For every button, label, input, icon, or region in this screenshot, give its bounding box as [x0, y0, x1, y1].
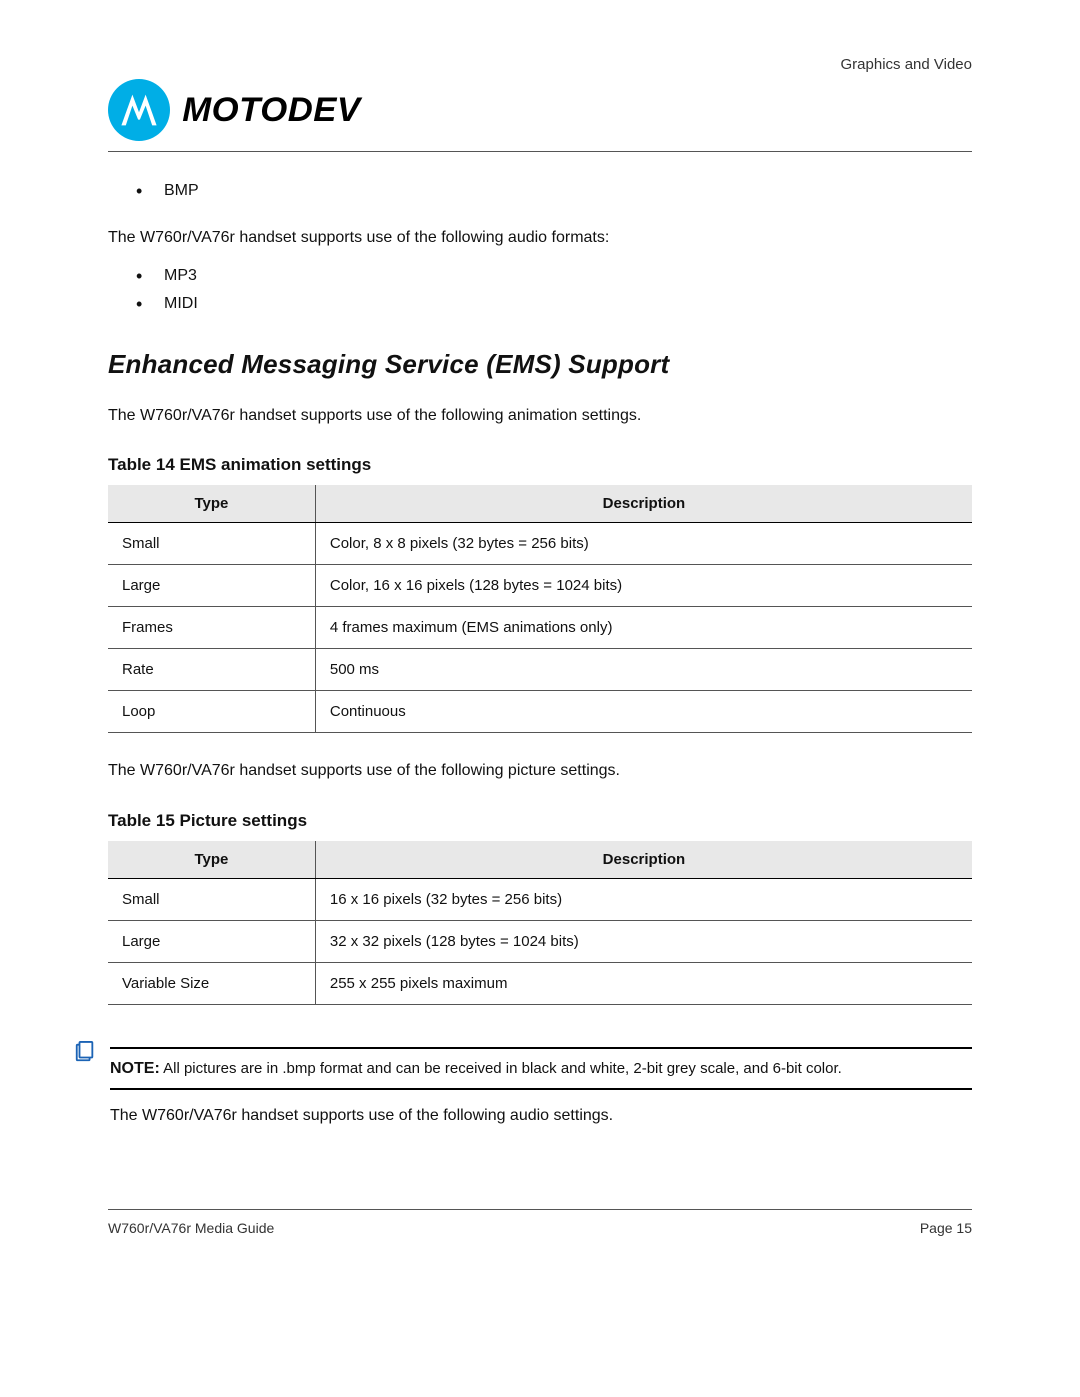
- column-header-type: Type: [108, 841, 315, 879]
- table-row: Small 16 x 16 pixels (32 bytes = 256 bit…: [108, 878, 972, 920]
- brand-wordmark: MOTODEV: [182, 91, 360, 130]
- cell-type: Large: [108, 565, 315, 607]
- page-footer: W760r/VA76r Media Guide Page 15: [108, 1209, 972, 1236]
- audio-settings-intro: The W760r/VA76r handset supports use of …: [110, 1104, 972, 1127]
- note-label: NOTE:: [110, 1060, 160, 1077]
- table-row: Large 32 x 32 pixels (128 bytes = 1024 b…: [108, 920, 972, 962]
- cell-type: Large: [108, 920, 315, 962]
- table-row: Large Color, 16 x 16 pixels (128 bytes =…: [108, 565, 972, 607]
- cell-desc: 32 x 32 pixels (128 bytes = 1024 bits): [315, 920, 972, 962]
- image-formats-list: BMP: [136, 182, 972, 200]
- cell-desc: Continuous: [315, 691, 972, 733]
- section-heading-ems: Enhanced Messaging Service (EMS) Support: [108, 349, 972, 380]
- note-body-text: All pictures are in .bmp format and can …: [163, 1060, 842, 1077]
- audio-formats-intro: The W760r/VA76r handset supports use of …: [108, 226, 972, 249]
- list-item: MP3: [136, 267, 972, 285]
- animation-intro: The W760r/VA76r handset supports use of …: [108, 404, 972, 427]
- table-row: Frames 4 frames maximum (EMS animations …: [108, 607, 972, 649]
- audio-formats-list: MP3 MIDI: [136, 267, 972, 313]
- cell-desc: Color, 8 x 8 pixels (32 bytes = 256 bits…: [315, 523, 972, 565]
- note-text: NOTE: All pictures are in .bmp format an…: [110, 1057, 972, 1080]
- cell-desc: Color, 16 x 16 pixels (128 bytes = 1024 …: [315, 565, 972, 607]
- footer-left: W760r/VA76r Media Guide: [108, 1220, 274, 1236]
- cell-type: Frames: [108, 607, 315, 649]
- cell-type: Loop: [108, 691, 315, 733]
- footer-right: Page 15: [920, 1220, 972, 1236]
- list-item: MIDI: [136, 295, 972, 313]
- table-row: Variable Size 255 x 255 pixels maximum: [108, 962, 972, 1004]
- motorola-logo-icon: [108, 79, 170, 141]
- cell-desc: 255 x 255 pixels maximum: [315, 962, 972, 1004]
- cell-type: Small: [108, 878, 315, 920]
- table-picture-settings: Type Description Small 16 x 16 pixels (3…: [108, 841, 972, 1005]
- table-row: Loop Continuous: [108, 691, 972, 733]
- note-rule-top: [110, 1047, 972, 1049]
- cell-desc: 500 ms: [315, 649, 972, 691]
- column-header-description: Description: [315, 841, 972, 879]
- cell-desc: 4 frames maximum (EMS animations only): [315, 607, 972, 649]
- running-head: Graphics and Video: [108, 56, 972, 73]
- column-header-type: Type: [108, 485, 315, 523]
- header-divider: [108, 151, 972, 152]
- list-item: BMP: [136, 182, 972, 200]
- note-rule-bot: [110, 1088, 972, 1090]
- table14-caption: Table 14 EMS animation settings: [108, 455, 972, 475]
- note-icon: [74, 1039, 96, 1145]
- column-header-description: Description: [315, 485, 972, 523]
- table-row: Rate 500 ms: [108, 649, 972, 691]
- cell-type: Small: [108, 523, 315, 565]
- picture-intro: The W760r/VA76r handset supports use of …: [108, 759, 972, 782]
- cell-type: Variable Size: [108, 962, 315, 1004]
- cell-desc: 16 x 16 pixels (32 bytes = 256 bits): [315, 878, 972, 920]
- table-row: Small Color, 8 x 8 pixels (32 bytes = 25…: [108, 523, 972, 565]
- cell-type: Rate: [108, 649, 315, 691]
- table15-caption: Table 15 Picture settings: [108, 811, 972, 831]
- brand-row: MOTODEV: [108, 79, 972, 141]
- table-ems-animation: Type Description Small Color, 8 x 8 pixe…: [108, 485, 972, 733]
